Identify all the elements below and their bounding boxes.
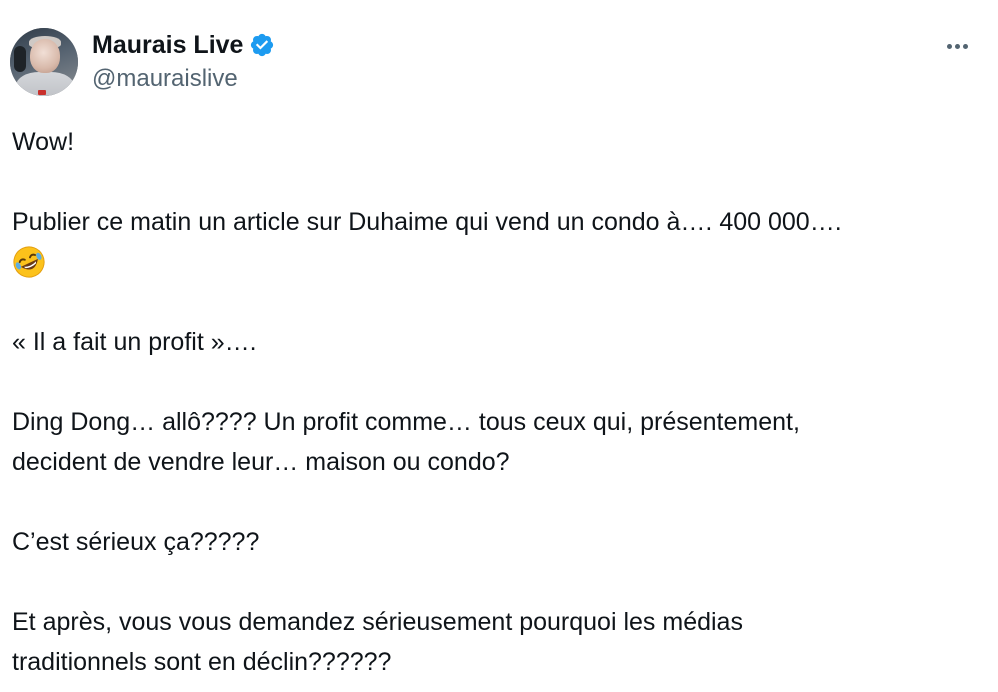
tweet-line: « Il a fait un profit »…. <box>12 328 257 356</box>
avatar[interactable] <box>10 28 78 96</box>
verified-badge-icon[interactable] <box>249 32 275 58</box>
tweet-line: Wow! <box>12 128 75 156</box>
tweet-line: decident de vendre leur… maison ou condo… <box>12 448 510 476</box>
tweet-line: Et après, vous vous demandez sérieusemen… <box>12 608 743 636</box>
author-name-row: Maurais Live <box>92 31 275 59</box>
more-options-icon[interactable] <box>942 34 972 58</box>
rolling-on-floor-laughing-emoji <box>13 246 45 278</box>
author-handle[interactable]: @mauraislive <box>92 65 238 93</box>
tweet-card: Maurais Live @mauraislive Wow! Publier c… <box>0 0 998 692</box>
tweet-line: C’est sérieux ça????? <box>12 528 260 556</box>
author-display-name[interactable]: Maurais Live <box>92 31 243 59</box>
tweet-line: Ding Dong… allô???? Un profit comme… tou… <box>12 408 800 436</box>
tweet-line: Publier ce matin un article sur Duhaime … <box>12 208 842 236</box>
emoji-line <box>12 242 982 282</box>
tweet-text: Wow! Publier ce matin un article sur Duh… <box>12 122 982 682</box>
tweet-line: traditionnels sont en déclin?????? <box>12 648 392 676</box>
